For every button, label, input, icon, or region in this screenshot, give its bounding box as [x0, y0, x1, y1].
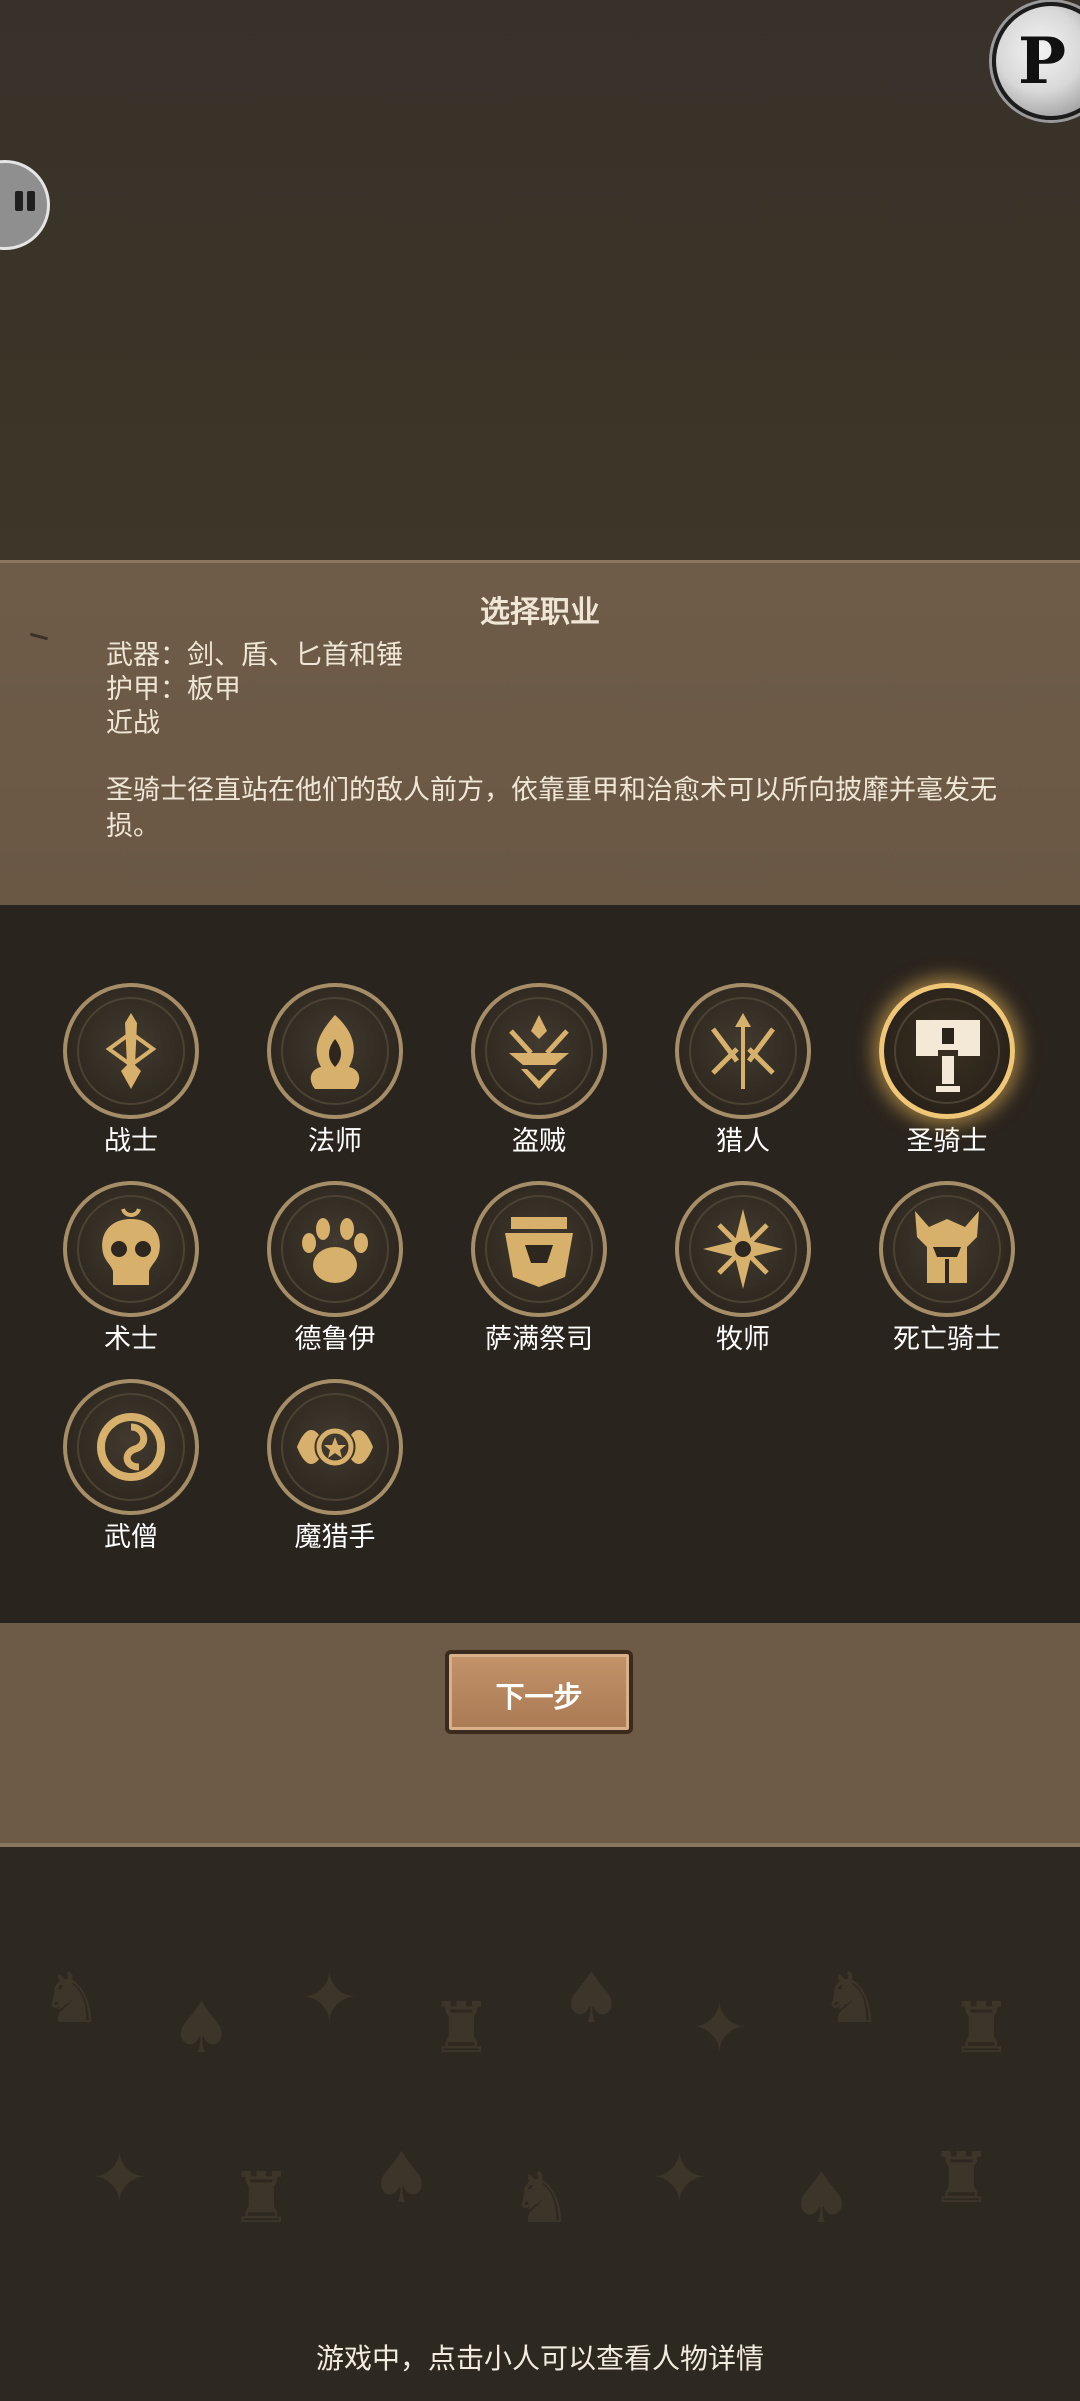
class-label: 圣骑士	[906, 1126, 988, 1157]
class-info-panel: 选择职业 武器：剑、盾、匕首和锤 护甲：板甲 近战 圣骑士径直站在他们的敌人前方…	[0, 560, 1080, 908]
badge-letter: P	[1018, 24, 1067, 99]
hint-text: 游戏中，点击小人可以查看人物详情	[315, 2342, 764, 2375]
sword-emblem-icon	[63, 983, 199, 1119]
background-emblem: ♜	[950, 1987, 1013, 2069]
background-emblem: ♜	[930, 2137, 993, 2219]
background-emblem: ♠	[170, 1987, 233, 2069]
class-grid: 战士 法师 盗贼 猎人 圣骑士 术士 德鲁伊 萨满祭司 牧师 死亡骑士 武僧 魔…	[0, 905, 1080, 1623]
background-emblem: ♠	[370, 2137, 433, 2219]
class-option-hunter[interactable]: 猎人	[653, 983, 833, 1173]
class-label: 猎人	[716, 1126, 770, 1157]
background-emblem: ✦	[90, 2137, 149, 2219]
range-text: 近战	[106, 708, 160, 739]
class-option-monk[interactable]: 武僧	[41, 1379, 221, 1569]
class-label: 死亡骑士	[893, 1324, 1001, 1355]
class-option-paladin[interactable]: 圣骑士	[857, 983, 1037, 1173]
class-option-warrior[interactable]: 战士	[41, 983, 221, 1173]
totem-emblem-icon	[471, 1181, 607, 1317]
profile-badge[interactable]: P	[992, 2, 1080, 120]
swirl-emblem-icon	[63, 1379, 199, 1515]
background-emblem: ♜	[230, 2157, 293, 2239]
skull-emblem-icon	[63, 1181, 199, 1317]
class-label: 术士	[104, 1324, 158, 1355]
pause-icon	[15, 191, 23, 211]
demon-eye-emblem-icon	[267, 1379, 403, 1515]
class-option-demon-hunter[interactable]: 魔猎手	[245, 1379, 425, 1569]
paw-emblem-icon	[267, 1181, 403, 1317]
armor-text: 护甲：板甲	[106, 674, 241, 705]
action-panel: 下一步	[0, 1623, 1080, 1847]
bottom-pattern-area: ♞ ♠ ✦ ♜ ♠ ✦ ♞ ♜ ✦ ♜ ♠ ♞ ✦ ♠ ♜ 游戏中，点击小人可以…	[0, 1847, 1080, 2401]
class-label: 牧师	[716, 1324, 770, 1355]
class-option-warlock[interactable]: 术士	[41, 1181, 221, 1371]
next-button-label: 下一步	[495, 1680, 583, 1714]
background-emblem: ♞	[510, 2157, 573, 2239]
daggers-emblem-icon	[471, 983, 607, 1119]
class-label: 德鲁伊	[294, 1324, 376, 1355]
class-option-druid[interactable]: 德鲁伊	[245, 1181, 425, 1371]
background-emblem: ♠	[560, 1957, 623, 2039]
star-emblem-icon	[675, 1181, 811, 1317]
class-description: 圣骑士径直站在他们的敌人前方，依靠重甲和治愈术可以所向披靡并毫发无损。	[106, 775, 997, 842]
class-label: 萨满祭司	[485, 1324, 593, 1355]
background-emblem: ✦	[650, 2137, 709, 2219]
background-emblem: ♠	[790, 2157, 853, 2239]
class-option-priest[interactable]: 牧师	[653, 1181, 833, 1371]
next-button[interactable]: 下一步	[445, 1650, 633, 1734]
arrows-emblem-icon	[675, 983, 811, 1119]
background-emblem: ✦	[690, 1987, 749, 2069]
class-select-screen: P 选择职业 武器：剑、盾、匕首和锤 护甲：板甲 近战 圣骑士径直站在他们的敌人…	[0, 0, 1080, 2401]
class-option-rogue[interactable]: 盗贼	[449, 983, 629, 1173]
background-emblem: ✦	[300, 1957, 359, 2039]
weapons-text: 武器：剑、盾、匕首和锤	[106, 640, 403, 671]
background-emblem: ♞	[820, 1957, 883, 2039]
game-scene-top: P	[0, 0, 1080, 560]
class-label: 魔猎手	[294, 1522, 376, 1553]
class-option-death-knight[interactable]: 死亡骑士	[857, 1181, 1037, 1371]
background-emblem: ♜	[430, 1987, 493, 2069]
helm-emblem-icon	[879, 1181, 1015, 1317]
pause-button[interactable]	[0, 160, 50, 250]
class-label: 法师	[308, 1126, 362, 1157]
panel-title: 选择职业	[480, 595, 600, 630]
pause-icon-bar	[27, 191, 35, 211]
class-option-mage[interactable]: 法师	[245, 983, 425, 1173]
panel-decoration	[29, 632, 49, 641]
hammer-emblem-icon	[879, 983, 1015, 1119]
flame-emblem-icon	[267, 983, 403, 1119]
class-label: 武僧	[104, 1522, 158, 1553]
background-emblem: ♞	[40, 1957, 103, 2039]
class-label: 战士	[104, 1126, 158, 1157]
class-label: 盗贼	[512, 1126, 566, 1157]
class-option-shaman[interactable]: 萨满祭司	[449, 1181, 629, 1371]
